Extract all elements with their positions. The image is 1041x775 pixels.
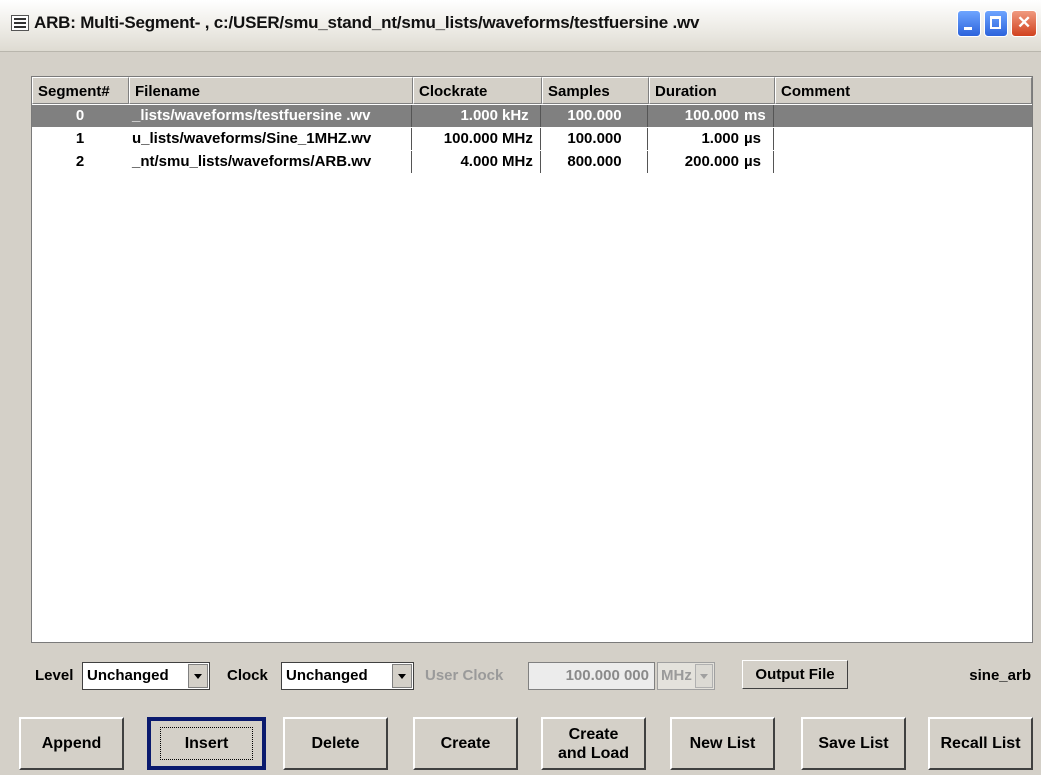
column-header-segment[interactable]: Segment#: [32, 77, 129, 104]
segment-number: 1: [75, 130, 85, 147]
create-and-load-label-line2: and Load: [557, 744, 630, 762]
level-label: Level: [35, 667, 74, 684]
new-list-button[interactable]: New List: [670, 717, 775, 770]
clock-label: Clock: [227, 667, 268, 684]
chevron-down-icon[interactable]: [392, 664, 412, 688]
table-header: Segment# Filename Clockrate Samples Dura…: [32, 77, 1032, 104]
segment-number: 2: [75, 153, 85, 170]
table-row[interactable]: 0 _lists/waveforms/testfuersine .wv 1.00…: [32, 105, 1032, 127]
filename-cell: _lists/waveforms/testfuersine .wv: [129, 105, 412, 127]
user-clock-input[interactable]: 100.000 000: [528, 662, 655, 690]
maximize-icon[interactable]: [984, 10, 1008, 37]
duration-unit: µs: [744, 151, 774, 173]
create-button-label: Create: [440, 735, 491, 752]
minimize-icon[interactable]: [957, 10, 981, 37]
append-button[interactable]: Append: [19, 717, 124, 770]
insert-button[interactable]: Insert: [147, 717, 266, 770]
segment-table: Segment# Filename Clockrate Samples Dura…: [31, 76, 1033, 643]
clockrate-value: 4.000: [460, 153, 498, 170]
table-row[interactable]: 1 u_lists/waveforms/Sine_1MHZ.wv 100.000…: [32, 128, 1032, 150]
scrollbar-edge: [1032, 104, 1033, 176]
window-app-icon: [11, 15, 29, 31]
samples-cell: 100.000: [542, 105, 648, 127]
window-title: ARB: Multi-Segment- , c:/USER/smu_stand_…: [34, 13, 700, 32]
output-file-button[interactable]: Output File: [742, 660, 848, 689]
clock-select-value: Unchanged: [286, 667, 368, 684]
clockrate-value: 100.000: [443, 130, 498, 147]
title-bar[interactable]: ARB: Multi-Segment- , c:/USER/smu_stand_…: [0, 0, 1041, 52]
level-select[interactable]: Unchanged: [82, 662, 210, 690]
insert-button-label: Insert: [159, 727, 254, 760]
column-header-comment[interactable]: Comment: [775, 77, 1032, 104]
clockrate-unit: kHz: [502, 105, 541, 127]
duration-value: 100.000: [684, 107, 739, 124]
user-clock-unit-value: MHz: [661, 667, 692, 684]
duration-unit: ms: [744, 105, 774, 127]
append-button-label: Append: [41, 735, 102, 752]
column-header-clockrate[interactable]: Clockrate: [413, 77, 542, 104]
new-list-button-label: New List: [689, 735, 756, 752]
recall-list-button[interactable]: Recall List: [928, 717, 1033, 770]
recall-list-button-label: Recall List: [940, 735, 1021, 752]
create-button[interactable]: Create: [413, 717, 518, 770]
duration-value: 200.000: [684, 153, 739, 170]
create-and-load-button[interactable]: Create and Load: [541, 717, 646, 770]
filename-cell: _nt/smu_lists/waveforms/ARB.wv: [129, 151, 412, 173]
column-header-duration[interactable]: Duration: [649, 77, 775, 104]
level-select-value: Unchanged: [87, 667, 169, 684]
chevron-down-icon[interactable]: [695, 664, 713, 688]
samples-cell: 100.000: [542, 128, 648, 150]
save-list-button-label: Save List: [818, 735, 889, 752]
clockrate-unit: MHz: [502, 151, 541, 173]
clockrate-unit: MHz: [502, 128, 541, 150]
user-clock-label: User Clock: [425, 667, 504, 684]
duration-value: 1.000: [701, 130, 739, 147]
close-icon[interactable]: [1011, 10, 1037, 37]
filename-cell: u_lists/waveforms/Sine_1MHZ.wv: [129, 128, 412, 150]
create-and-load-label-line1: Create: [568, 725, 619, 743]
delete-button-label: Delete: [311, 735, 360, 752]
clockrate-value: 1.000: [460, 107, 498, 124]
duration-unit: µs: [744, 128, 774, 150]
save-list-button[interactable]: Save List: [801, 717, 906, 770]
table-row[interactable]: 2 _nt/smu_lists/waveforms/ARB.wv 4.000 M…: [32, 151, 1032, 173]
samples-cell: 800.000: [542, 151, 648, 173]
segment-number: 0: [75, 107, 85, 124]
clock-select[interactable]: Unchanged: [281, 662, 414, 690]
output-file-name: sine_arb: [969, 667, 1031, 684]
chevron-down-icon[interactable]: [188, 664, 208, 688]
column-header-filename[interactable]: Filename: [129, 77, 413, 104]
column-header-samples[interactable]: Samples: [542, 77, 649, 104]
user-clock-unit-select[interactable]: MHz: [657, 662, 715, 690]
delete-button[interactable]: Delete: [283, 717, 388, 770]
